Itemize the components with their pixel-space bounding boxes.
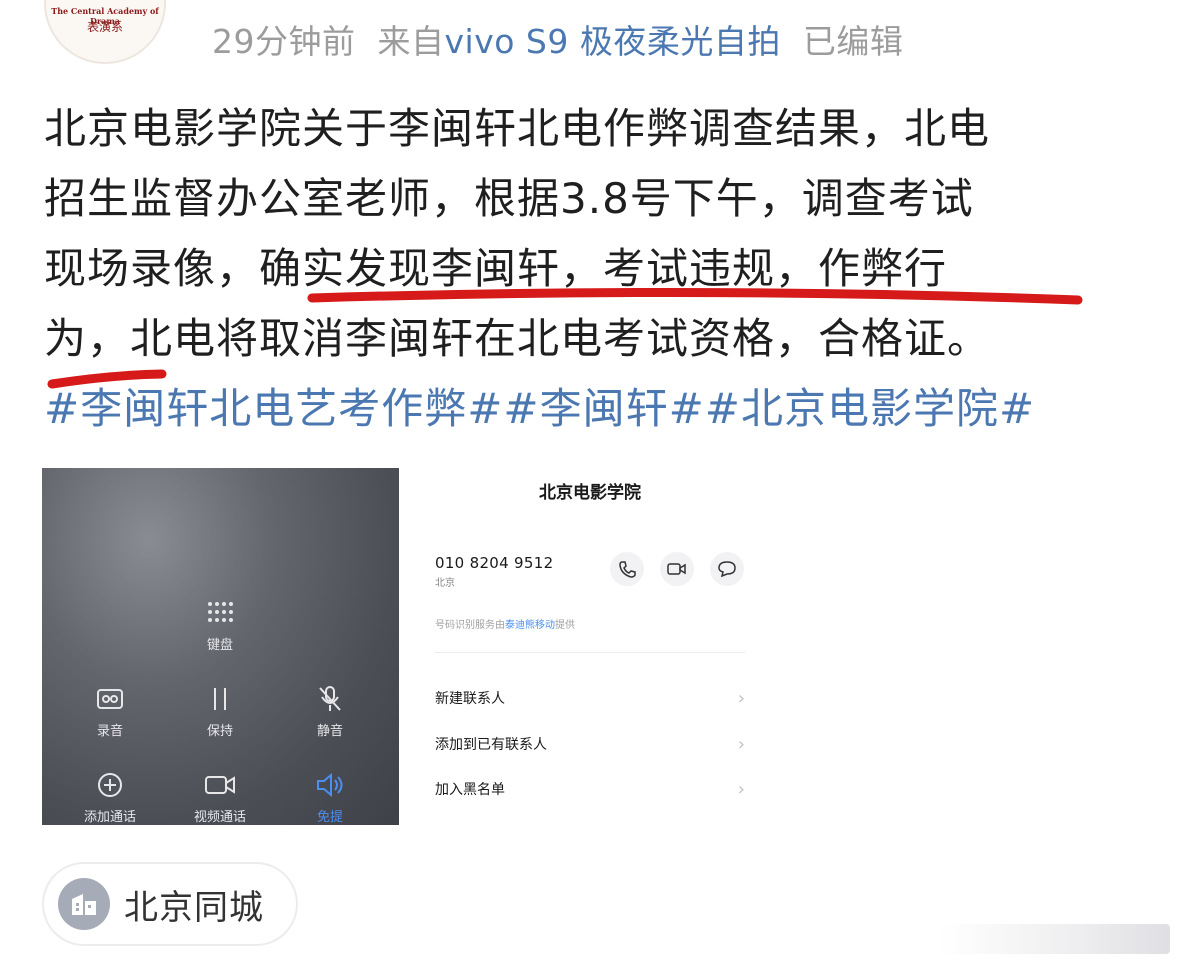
video-camera-icon [667,563,686,575]
cassette-icon [97,689,123,709]
add-to-existing-row: 添加到已有联系人 › [435,729,745,759]
hold-button: 保持 [170,682,270,739]
call-screen-photo[interactable]: 键盘 录音 保持 静音 添加通话 视频通话 免提 [42,468,399,825]
post-hashtags[interactable]: #李闽轩北电艺考作弊##李闽轩##北京电影学院# [44,374,1144,444]
add-call-label: 添加通话 [83,810,136,825]
post-time: 29分钟前 [212,22,356,61]
contact-location: 北京 [435,578,455,589]
chevron-right-icon: › [737,778,745,800]
card-call-button [610,552,644,586]
add-call-button: 添加通话 [60,768,160,825]
author-avatar[interactable]: The Central Academy of Drama 表演系 [44,0,166,64]
post-edited-label[interactable]: 已编辑 [803,15,904,63]
new-contact-row: 新建联系人 › [435,683,745,713]
post-source-device[interactable]: vivo S9 极夜柔光自拍 [445,15,781,63]
mic-off-icon [319,686,341,711]
post-line: 为，北电将取消李闽轩在北电考试资格，合格证。 [44,314,991,363]
new-contact-label: 新建联系人 [435,691,505,707]
provider-suffix: 提供 [555,620,575,631]
pause-icon [214,688,226,710]
mute-button: 静音 [280,682,380,739]
post-line: 现场录像，确实发现李闽轩，考试违规，作弊行 [44,244,948,293]
chat-bubble-icon [718,561,736,578]
hold-label: 保持 [206,724,233,739]
record-label: 录音 [96,724,123,739]
plus-circle-icon [98,773,122,797]
keypad-label: 键盘 [206,638,233,653]
mute-label: 静音 [316,724,343,739]
avatar-seal-text: 表演系 [86,20,123,34]
post-line: 北京电影学院关于李闽轩北电作弊调查结果，北电 [44,104,991,153]
speaker-icon [317,772,343,798]
keypad-button: 键盘 [170,596,270,653]
video-call-button: 视频通话 [170,768,270,825]
building-icon [72,894,96,915]
post-body: 北京电影学院关于李闽轩北电作弊调查结果，北电 招生监督办公室老师，根据3.8号下… [44,94,1144,444]
location-chip-label: 北京同城 [124,887,264,928]
card-video-button [660,552,694,586]
divider [435,652,745,653]
record-button: 录音 [60,682,160,739]
chevron-right-icon: › [737,687,745,709]
provider-note: 号码识别服务由泰迪熊移动提供 [435,616,575,631]
video-call-label: 视频通话 [193,810,246,825]
contact-name: 北京电影学院 [539,483,641,503]
keypad-icon [208,602,233,622]
watermark-fade [940,924,1170,954]
post-line: 招生监督办公室老师，根据3.8号下午，调查考试 [44,174,974,223]
phone-icon [619,561,636,578]
speaker-label: 免提 [316,810,343,825]
post-meta: 29分钟前 来自 vivo S9 极夜柔光自拍 已编辑 [212,16,903,62]
speaker-button: 免提 [280,768,380,825]
add-to-existing-label: 添加到已有联系人 [435,737,547,753]
post-source-prefix: 来自 [377,22,445,61]
blacklist-label: 加入黑名单 [435,782,505,798]
blacklist-row: 加入黑名单 › [435,774,745,804]
provider-brand: 泰迪熊移动 [505,620,555,631]
video-camera-icon [205,776,235,794]
card-message-button [710,552,744,586]
contact-number: 010 8204 9512 [435,554,554,572]
provider-prefix: 号码识别服务由 [435,620,505,631]
chevron-right-icon: › [737,733,745,755]
contact-card-photo[interactable]: 北京电影学院 010 8204 9512 北京 号码识别服务由泰迪熊移动提供 新… [420,468,760,825]
location-chip[interactable]: 北京同城 [42,862,298,946]
location-pin-icon [58,878,110,930]
